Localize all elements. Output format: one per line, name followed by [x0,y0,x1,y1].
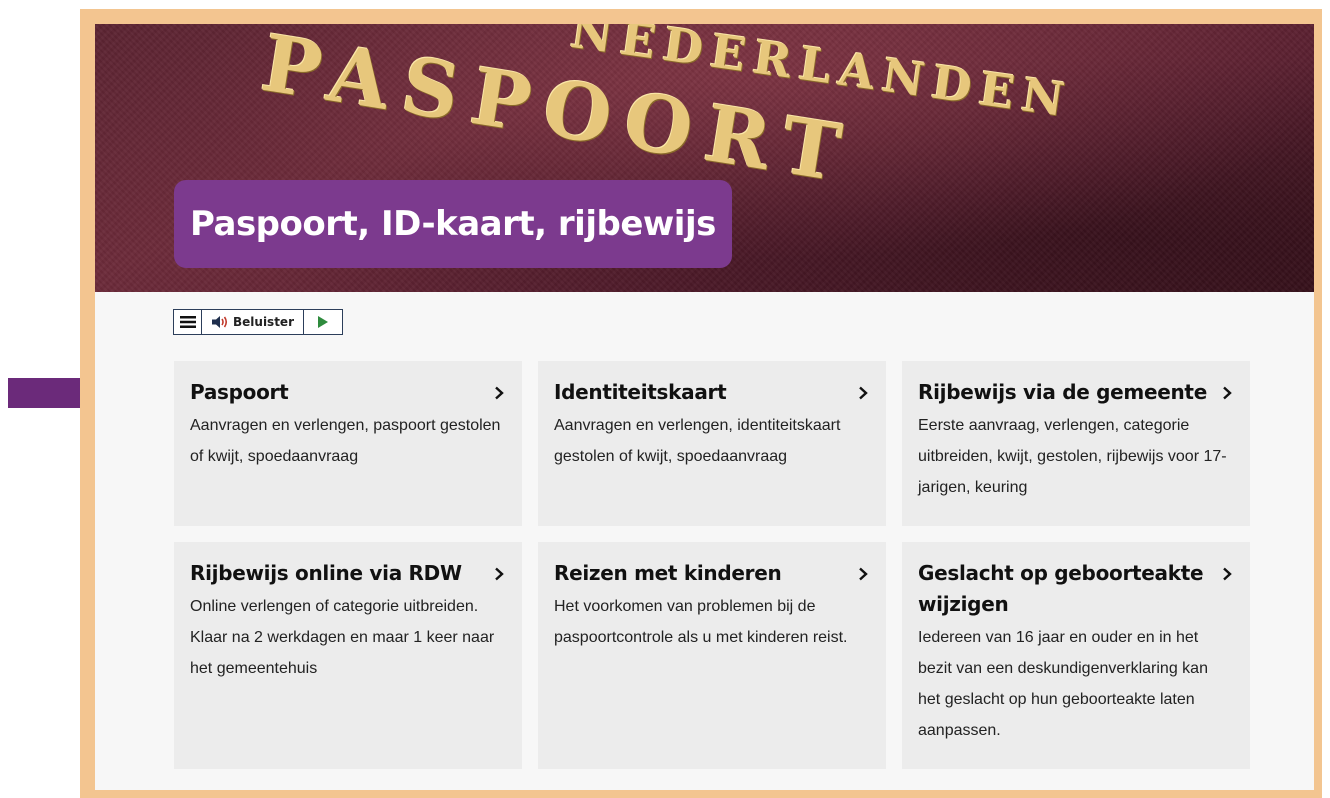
card-rijbewijs-rdw[interactable]: Rijbewijs online via RDW Online verlenge… [174,542,522,769]
card-description: Aanvragen en verlengen, paspoort gestole… [190,417,501,465]
speaker-icon [212,316,228,328]
card-description: Aanvragen en verlengen, identiteitskaart… [554,417,841,465]
card-identiteitskaart[interactable]: Identiteitskaart Aanvragen en verlengen,… [538,361,886,526]
page-title-box: Paspoort, ID-kaart, rijbewijs [174,180,732,268]
listen-button[interactable]: Beluister [202,310,304,334]
chevron-right-icon [1220,377,1234,408]
chevron-right-icon [492,558,506,589]
card-reizen-kinderen[interactable]: Reizen met kinderen Het voorkomen van pr… [538,542,886,769]
hamburger-menu-icon [179,316,196,328]
card-paspoort[interactable]: Paspoort Aanvragen en verlengen, paspoor… [174,361,522,526]
card-title: Reizen met kinderen [554,561,782,585]
card-title: Identiteitskaart [554,380,727,404]
chevron-right-icon [492,377,506,408]
card-title: Rijbewijs via de gemeente [918,380,1207,404]
card-rijbewijs-gemeente[interactable]: Rijbewijs via de gemeente Eerste aanvraa… [902,361,1250,526]
hero-banner: NEDERLANDEN PASPOORT Paspoort, ID-kaart,… [95,24,1314,292]
card-description: Eerste aanvraag, verlengen, categorie ui… [918,417,1227,496]
page-content: NEDERLANDEN PASPOORT Paspoort, ID-kaart,… [95,24,1314,790]
play-button[interactable] [304,310,342,334]
card-description: Iedereen van 16 jaar en ouder en in het … [918,629,1208,739]
card-title: Rijbewijs online via RDW [190,561,462,585]
chevron-right-icon [856,558,870,589]
chevron-right-icon [1220,558,1234,589]
readspeaker-menu-button[interactable] [174,310,202,334]
card-geslacht-wijzigen[interactable]: Geslacht op geboorteakte wijzigen Iedere… [902,542,1250,769]
chevron-right-icon [856,377,870,408]
card-title: Paspoort [190,380,289,404]
card-title: Geslacht op geboorteakte wijzigen [918,561,1204,616]
card-description: Online verlengen of categorie uitbreiden… [190,598,495,677]
card-description: Het voorkomen van problemen bij de paspo… [554,598,848,646]
listen-label: Beluister [233,315,294,329]
page-title: Paspoort, ID-kaart, rijbewijs [190,204,716,244]
readspeaker-toolbar: Beluister [173,309,343,335]
play-icon [318,316,328,328]
